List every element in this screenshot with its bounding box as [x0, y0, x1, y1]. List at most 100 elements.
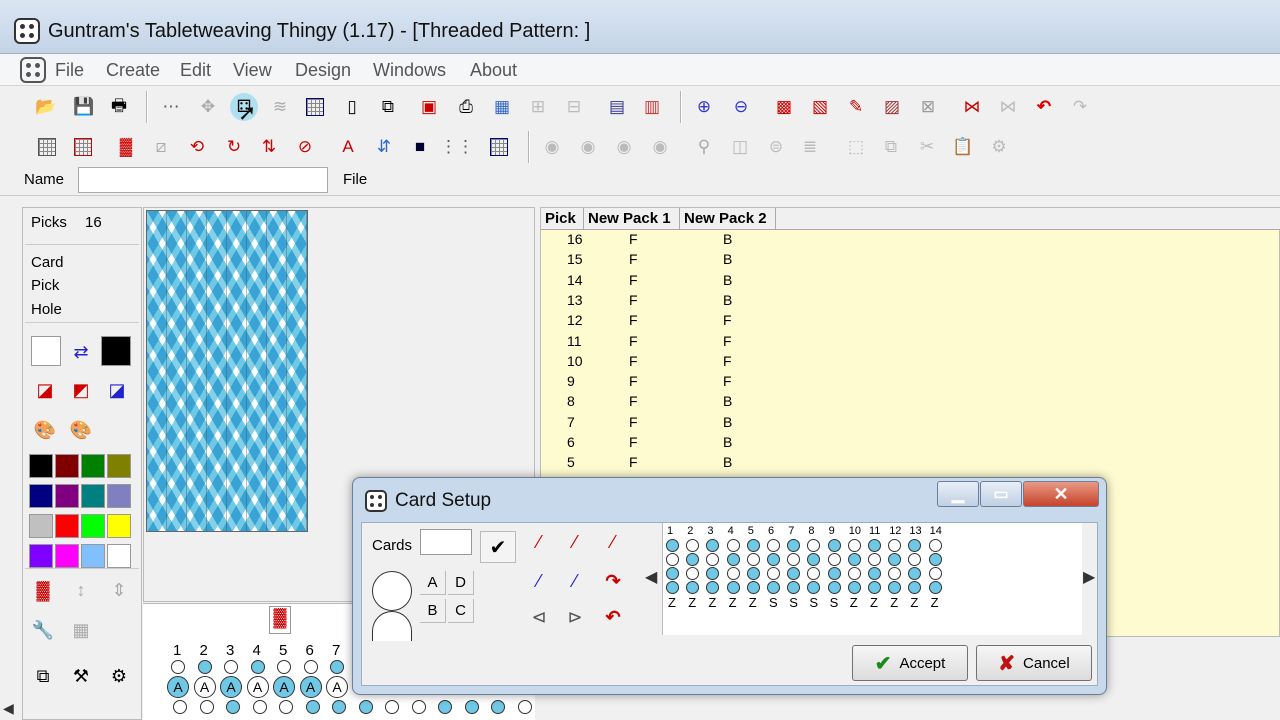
card-hole[interactable] [787, 539, 801, 552]
hole-d-button[interactable]: D [448, 571, 474, 595]
select-icon[interactable]: ⬚ [842, 133, 870, 161]
page-icon[interactable]: ▯ [338, 93, 366, 121]
cards-input[interactable] [420, 529, 472, 555]
twist-tool-4-icon[interactable]: ⁄ [524, 567, 554, 595]
pick-number-cell[interactable]: 8 [567, 393, 575, 409]
twist-tool-5-icon[interactable]: ⁄ [560, 567, 590, 595]
circle-1-icon[interactable]: ◉ [538, 133, 566, 161]
pack-direction-cell[interactable]: F [723, 312, 732, 328]
grid-small-icon[interactable]: ▦ [67, 616, 95, 644]
thread-hole-letter[interactable]: A [273, 676, 295, 698]
pick-number-cell[interactable]: 11 [567, 333, 582, 349]
card-hole[interactable] [746, 553, 760, 566]
card-hole[interactable] [908, 581, 922, 594]
card-hole[interactable] [767, 567, 780, 580]
card-hole[interactable] [706, 539, 720, 552]
cut-icon[interactable]: ✂ [913, 133, 941, 161]
pack-direction-cell[interactable]: F [629, 272, 638, 288]
scroll-left-icon[interactable]: ◀ [3, 700, 14, 717]
thread-hole-letter[interactable]: A [167, 676, 189, 698]
pack-direction-cell[interactable]: F [629, 231, 638, 247]
pack-direction-cell[interactable]: F [629, 312, 638, 328]
col-pack-1[interactable]: New Pack 1 [584, 208, 680, 230]
background-color[interactable] [101, 336, 131, 366]
card-hole[interactable] [686, 539, 700, 552]
menu-about[interactable]: About [470, 60, 517, 81]
pick-number-cell[interactable]: 10 [567, 353, 583, 369]
open-icon[interactable]: 📂 [32, 93, 60, 121]
card-hole[interactable] [908, 553, 922, 566]
card-hole[interactable] [726, 539, 740, 552]
palette-swatch[interactable] [29, 514, 53, 538]
tools-icon[interactable]: ⚒ [67, 662, 95, 690]
hole-a-button[interactable]: A [420, 571, 446, 595]
tool-grey-2-icon[interactable]: ⊟ [560, 93, 588, 121]
card-hole[interactable] [706, 553, 720, 566]
text-icon[interactable]: A [334, 133, 362, 161]
card-grid[interactable]: ◀ ▶ 1 Z 2 Z 3 Z 4 Z 5 Z 6 S 7 S 8 S 9 S 10 Z 11 Z 12 Z 13 Z 14 Z [645, 523, 1095, 635]
grid-icon[interactable] [33, 133, 61, 161]
palette-edit-icon[interactable]: 🎨 [67, 416, 95, 444]
grid-blue-icon[interactable] [301, 93, 329, 121]
palette-swatch[interactable] [29, 454, 53, 478]
palette-swatch[interactable] [107, 514, 131, 538]
threading-toggle-icon[interactable]: ▓ [269, 606, 291, 634]
threading-icon[interactable]: ▓ [29, 576, 57, 604]
circle-3-icon[interactable]: ◉ [610, 133, 638, 161]
thread-hole-letter[interactable]: A [326, 676, 348, 698]
card-hole[interactable] [767, 553, 780, 566]
swap-colors-icon[interactable]: ⇄ [67, 338, 95, 366]
card-hole[interactable] [787, 581, 801, 594]
turn-icon[interactable]: ↻ [220, 133, 248, 161]
pick-number-cell[interactable]: 12 [567, 312, 583, 328]
thread-hole[interactable] [517, 700, 532, 714]
pack-direction-cell[interactable]: F [723, 373, 732, 389]
color-tool-2-icon[interactable]: ◩ [67, 376, 95, 404]
mirror-icon[interactable]: ◫ [726, 133, 754, 161]
dotgrid-icon[interactable]: ⋮⋮ [440, 133, 474, 161]
vertical-icon[interactable]: ⊜ [762, 133, 790, 161]
twist-tool-1-icon[interactable]: ⁄ [524, 528, 554, 556]
palette-swatch[interactable] [55, 544, 79, 568]
pack-direction-cell[interactable]: B [723, 231, 732, 247]
palette-swatch[interactable] [81, 484, 105, 508]
card-hole[interactable] [847, 581, 861, 594]
card-hole[interactable] [888, 553, 902, 566]
card-hole[interactable] [706, 581, 720, 594]
thread-hole[interactable] [277, 660, 291, 674]
thread-hole[interactable] [330, 660, 344, 674]
thread-hole-letter[interactable]: A [299, 676, 322, 698]
card-hole[interactable] [767, 539, 780, 552]
card-hole[interactable] [847, 553, 861, 566]
thread-hole[interactable] [438, 700, 452, 714]
twist-tool-3-icon[interactable]: ⁄ [598, 528, 628, 556]
pack-direction-cell[interactable]: B [723, 292, 732, 308]
hole-b-button[interactable]: B [420, 599, 446, 623]
thread-hole[interactable] [358, 700, 373, 714]
twist-direction[interactable]: Z [708, 595, 716, 610]
turn-tool-icon[interactable]: ↷ [598, 567, 628, 595]
palette-swatch[interactable] [107, 544, 131, 568]
copy-icon[interactable]: ⧉ [877, 133, 905, 161]
color-tool-1-icon[interactable]: ◪ [31, 376, 59, 404]
pick-number-cell[interactable]: 14 [567, 272, 583, 288]
pick-number-cell[interactable]: 6 [567, 434, 575, 450]
twist-direction[interactable]: Z [850, 595, 858, 610]
pick-number-cell[interactable]: 7 [567, 414, 575, 430]
print-pattern-icon[interactable]: ⎙ [452, 93, 480, 121]
card-hole[interactable] [666, 567, 679, 580]
pack-direction-cell[interactable]: F [629, 333, 638, 349]
card-hole[interactable] [686, 581, 700, 594]
copy-pattern-icon[interactable]: ⧉ [29, 662, 57, 690]
palette-swatch[interactable] [107, 484, 131, 508]
thread-hole-letter[interactable]: A [220, 676, 242, 698]
col-pack-2[interactable]: New Pack 2 [680, 208, 776, 230]
card-hole[interactable] [827, 581, 841, 594]
thread-hole[interactable] [171, 660, 185, 674]
menu-create[interactable]: Create [106, 60, 160, 81]
palette-swatch[interactable] [81, 544, 105, 568]
palette-swatch[interactable] [55, 484, 79, 508]
pack-direction-cell[interactable]: B [723, 454, 732, 470]
card-hole[interactable] [888, 581, 902, 594]
card-hole[interactable] [807, 567, 821, 580]
